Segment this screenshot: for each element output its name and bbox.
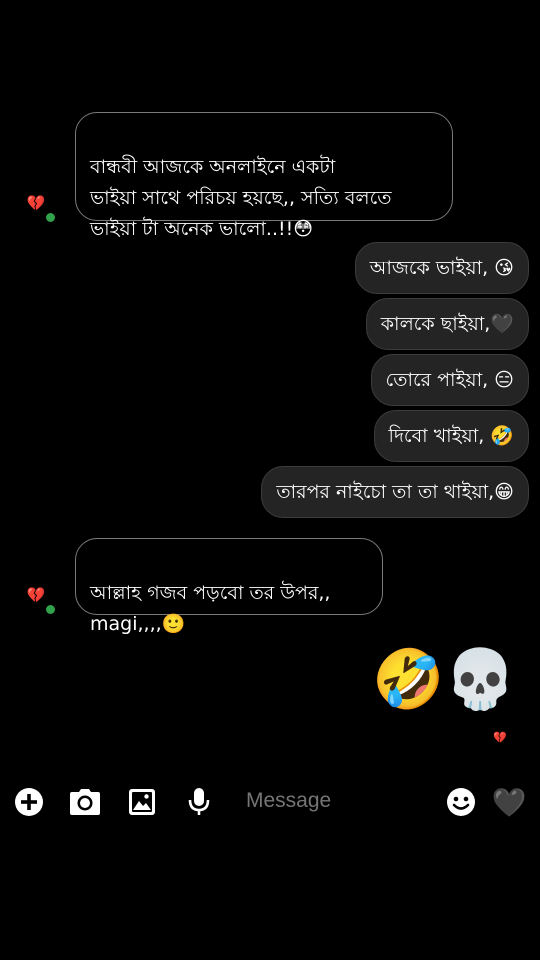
message-text: দিবো খাইয়া, 🤣: [388, 425, 514, 447]
chat-screen: 💔 বান্ধবী আজকে অনলাইনে একটা ভাইয়া সাথে …: [0, 0, 540, 960]
sent-message-bubble[interactable]: আজকে ভাইয়া, 😘: [354, 242, 529, 294]
broken-heart-icon: 💔: [26, 194, 46, 212]
emoji-icon[interactable]: [444, 785, 478, 819]
rolling-laughing-emoji[interactable]: 🤣: [372, 647, 444, 711]
like-button[interactable]: 🖤: [491, 785, 527, 819]
sender-avatar[interactable]: 💔: [25, 584, 47, 606]
message-composer: 🖤: [0, 775, 540, 831]
message-text: আজকে ভাইয়া, 😘: [369, 257, 514, 279]
message-text: তারপর নাইচো তা তা থাইয়া,😁: [276, 481, 514, 503]
broken-heart-icon: 💔: [26, 586, 46, 604]
black-heart-icon: 🖤: [491, 785, 527, 819]
skull-emoji[interactable]: 💀: [444, 647, 516, 711]
message-text: আল্লাহ গজব পড়বো তর উপর,, magi,,,,🙂: [90, 582, 331, 635]
received-message-bubble[interactable]: আল্লাহ গজব পড়বো তর উপর,, magi,,,,🙂: [75, 538, 383, 635]
camera-icon[interactable]: [68, 785, 102, 819]
sent-message-bubble[interactable]: তোরে পাইয়া, 😑: [370, 354, 529, 406]
add-icon[interactable]: [12, 785, 46, 819]
message-text: বান্ধবী আজকে অনলাইনে একটা ভাইয়া সাথে পর…: [90, 156, 392, 240]
sent-message-bubble[interactable]: তারপর নাইচো তা তা থাইয়া,😁: [261, 466, 529, 518]
sender-avatar[interactable]: 💔: [25, 192, 47, 214]
online-status-dot: [45, 604, 56, 615]
online-status-dot: [45, 212, 56, 223]
received-message-bubble[interactable]: বান্ধবী আজকে অনলাইনে একটা ভাইয়া সাথে পর…: [75, 112, 453, 240]
sent-message-bubble[interactable]: কালকে ছাইয়া,🖤: [365, 298, 529, 350]
message-input[interactable]: [246, 789, 426, 813]
gallery-icon[interactable]: [125, 785, 159, 819]
seen-indicator-icon: 💔: [493, 731, 507, 744]
sent-message-bubble[interactable]: দিবো খাইয়া, 🤣: [373, 410, 529, 462]
message-text: কালকে ছাইয়া,🖤: [380, 313, 514, 335]
message-text: তোরে পাইয়া, 😑: [385, 369, 514, 391]
microphone-icon[interactable]: [182, 785, 216, 819]
